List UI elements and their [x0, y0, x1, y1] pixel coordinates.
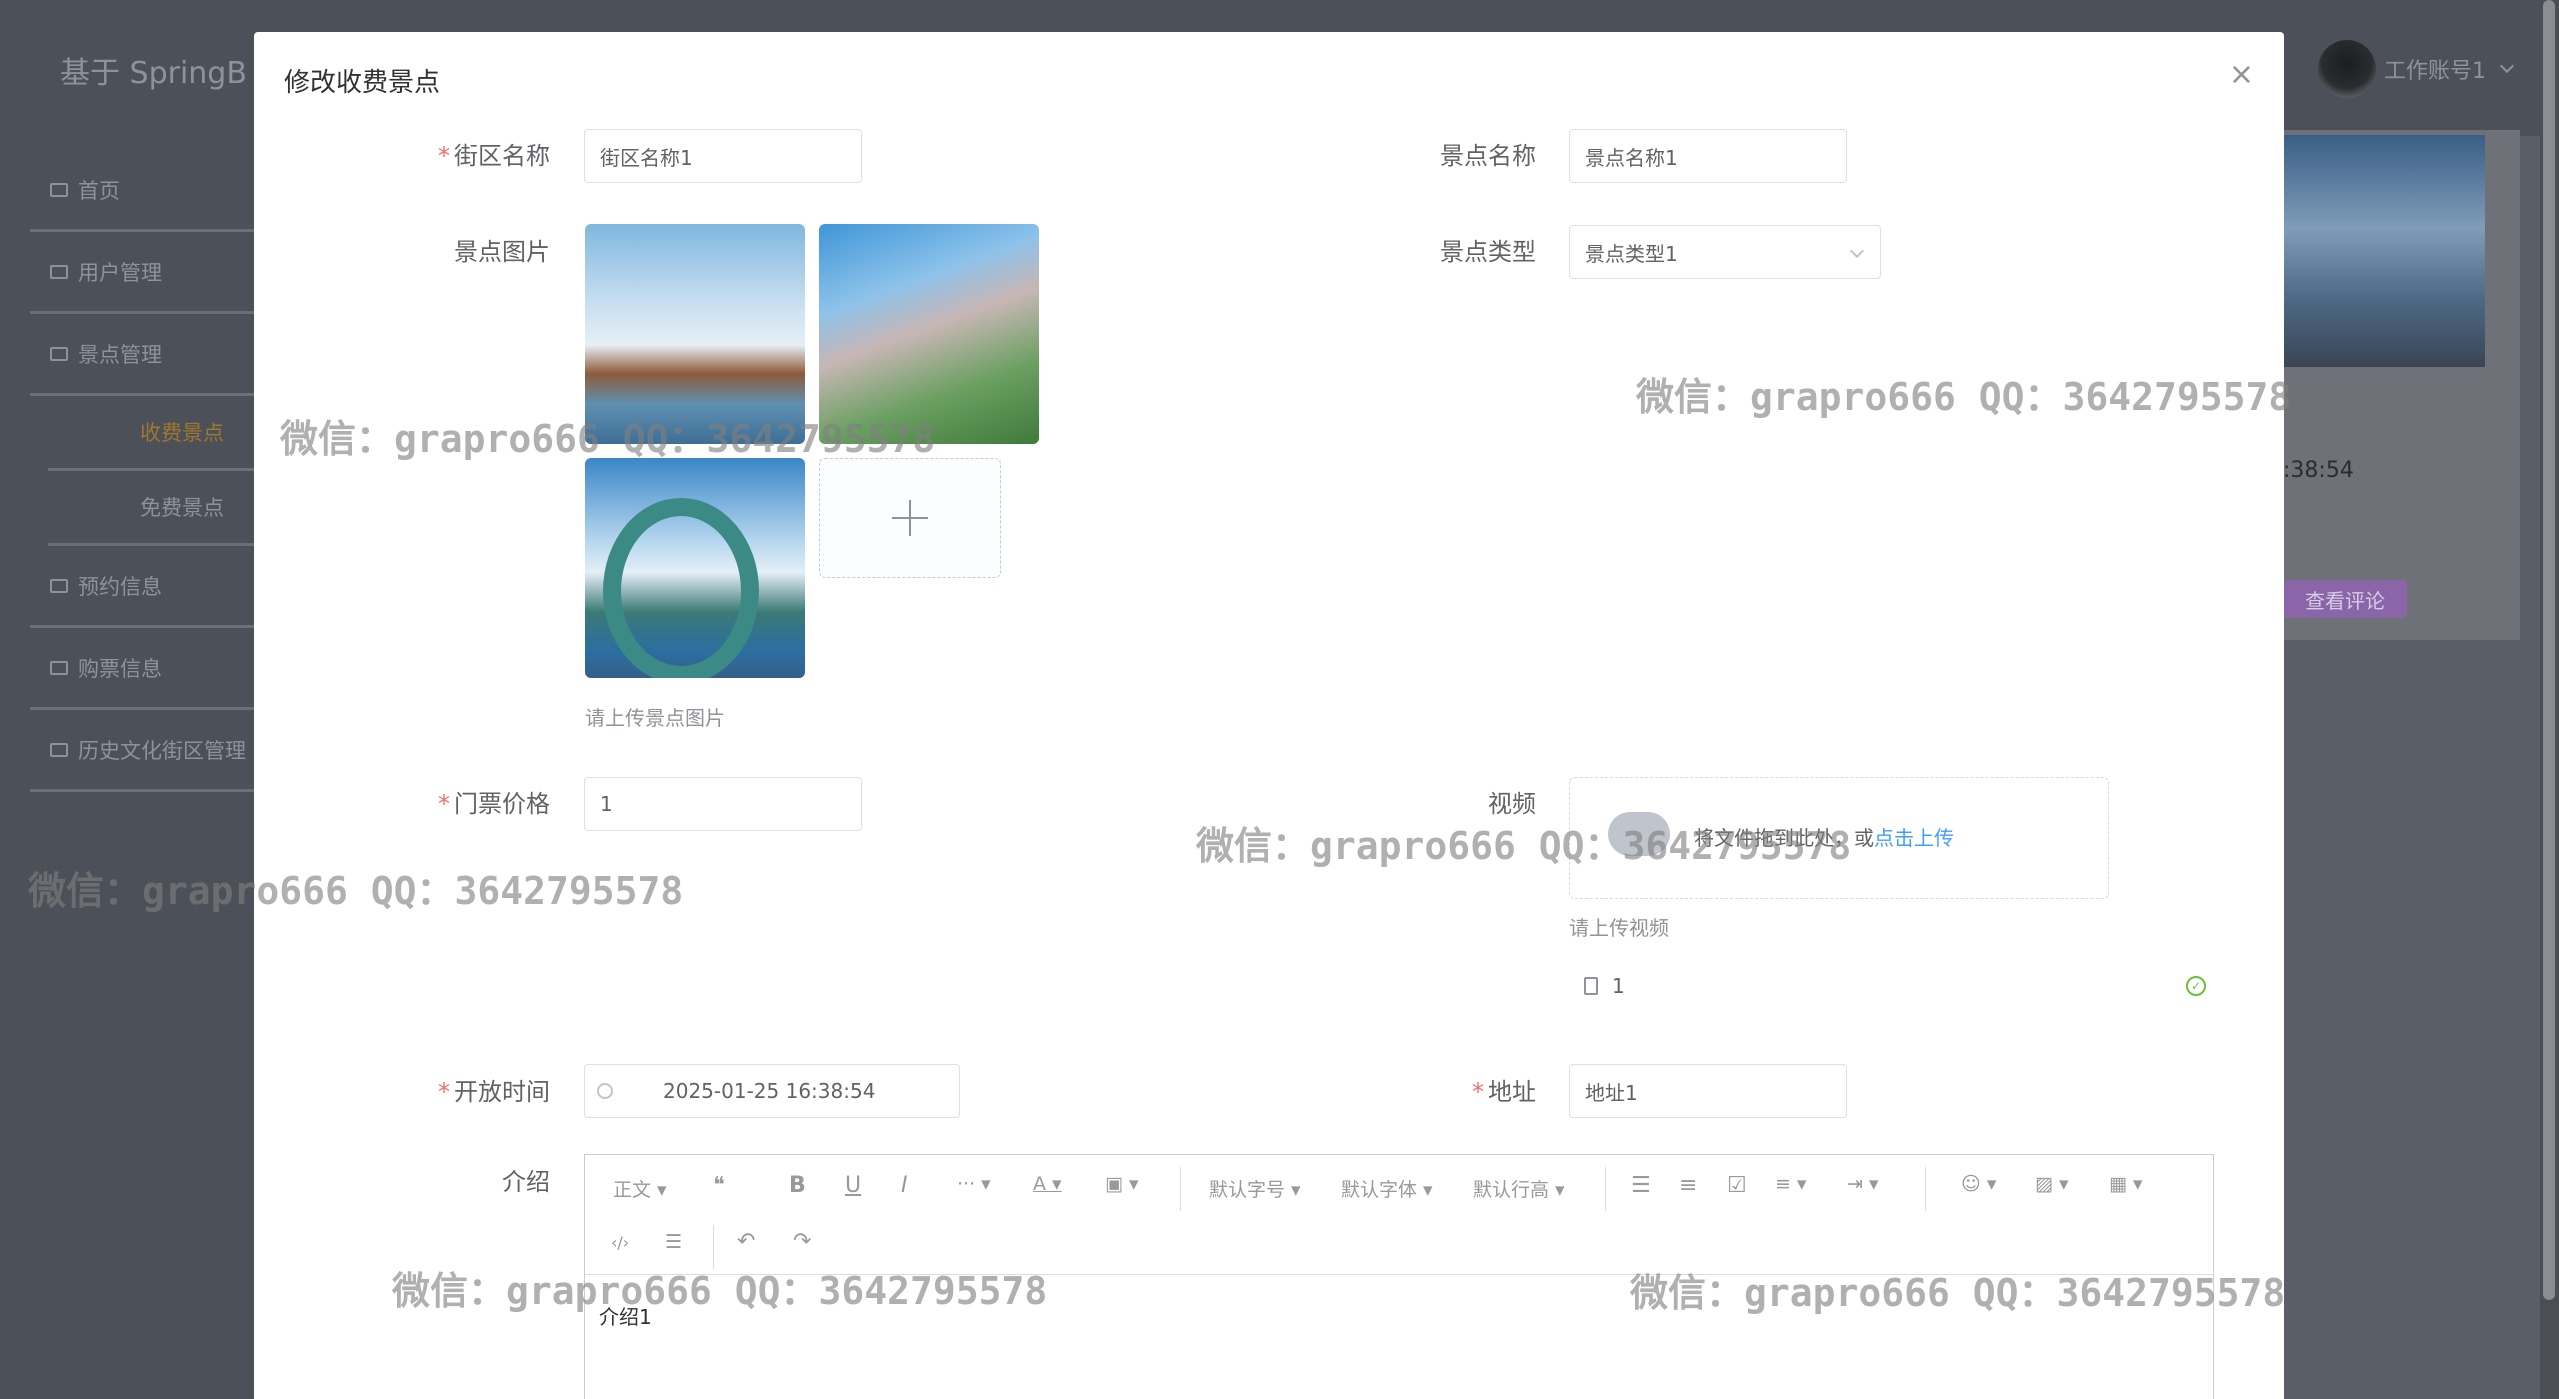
- underline-icon[interactable]: U: [845, 1173, 861, 1198]
- required-mark: *: [438, 790, 450, 818]
- ticket-icon: [50, 660, 68, 675]
- address-input[interactable]: 地址1: [1569, 1064, 1847, 1118]
- image-upload-button[interactable]: [819, 458, 1001, 578]
- image-icon[interactable]: ▨ ▾: [2035, 1173, 2069, 1195]
- user-menu[interactable]: 工作账号1: [2318, 40, 2515, 98]
- intro-label: 介绍: [502, 1168, 550, 1196]
- sidebar-item-label: 历史文化街区管理: [78, 738, 246, 763]
- price-label: * 门票价格: [438, 790, 550, 818]
- sidebar-item-paid-scenic[interactable]: 收费景点: [48, 396, 254, 471]
- bold-icon[interactable]: B: [789, 1173, 806, 1198]
- watermark: 微信：grapro666 QQ：3642795578: [1630, 1271, 2286, 1315]
- image-upload-tip: 请上传景点图片: [585, 706, 725, 730]
- click-upload-link[interactable]: 点击上传: [1874, 826, 1954, 850]
- watermark: 微信：grapro666 QQ：3642795578: [1196, 824, 1852, 868]
- avatar[interactable]: [2318, 40, 2376, 98]
- sidebar-item-tickets[interactable]: 购票信息: [30, 628, 254, 710]
- uploaded-file-name: 1: [1612, 974, 1625, 998]
- watermark: 微信：grapro666 QQ：3642795578: [392, 1269, 1048, 1313]
- sidebar-item-culture[interactable]: 历史文化街区管理: [30, 710, 254, 792]
- district-input[interactable]: 街区名称1: [584, 129, 862, 183]
- required-mark: *: [1472, 1078, 1484, 1106]
- background-color-icon[interactable]: ▣ ▾: [1105, 1173, 1139, 1195]
- scenic-name-input[interactable]: 景点名称1: [1569, 129, 1847, 183]
- undo-icon[interactable]: ↶: [737, 1229, 755, 1254]
- home-icon: [50, 182, 68, 197]
- booking-icon: [50, 578, 68, 593]
- open-time-picker[interactable]: 2025-01-25 16:38:54: [584, 1064, 960, 1118]
- more-style-icon[interactable]: ··· ▾: [957, 1173, 991, 1195]
- background-scenic-photo: [2283, 135, 2485, 367]
- close-icon[interactable]: ×: [2229, 60, 2254, 90]
- address-label: * 地址: [1472, 1078, 1536, 1106]
- redo-icon[interactable]: ↷: [793, 1229, 811, 1254]
- watermark: 微信：grapro666 QQ：3642795578: [1636, 375, 2292, 419]
- sidebar-item-free-scenic[interactable]: 免费景点: [48, 471, 254, 546]
- emoji-icon[interactable]: ☺ ▾: [1961, 1173, 1996, 1195]
- line-height-dropdown[interactable]: 默认行高 ▾: [1473, 1175, 1565, 1202]
- open-time-value: 2025-01-25 16:38:54: [663, 1079, 876, 1103]
- bullet-list-icon[interactable]: ☰: [1631, 1173, 1651, 1198]
- sidebar-item-label: 预约信息: [78, 574, 162, 599]
- background-time: :38:54: [2283, 458, 2354, 483]
- editor-toolbar: 正文 ▾ ❝ B U I ··· ▾ A ▾ ▣ ▾ 默认字号 ▾ 默认字体 ▾…: [585, 1155, 2213, 1275]
- edit-dialog: 修改收费景点 × * 街区名称 街区名称1 景点名称 景点名称1 景点图片 请上传…: [254, 32, 2284, 1399]
- video-upload-tip: 请上传视频: [1569, 916, 1669, 940]
- sidebar-item-label: 购票信息: [78, 656, 162, 681]
- paragraph-style-dropdown[interactable]: 正文 ▾: [613, 1175, 667, 1202]
- todo-icon[interactable]: ☑: [1727, 1173, 1747, 1198]
- chevron-down-icon[interactable]: [2499, 58, 2515, 74]
- blockquote-icon[interactable]: ❝: [713, 1173, 725, 1198]
- scenic-icon: [50, 346, 68, 361]
- uploaded-file[interactable]: 1: [1584, 974, 1625, 998]
- numbered-list-icon[interactable]: ≡: [1679, 1173, 1697, 1198]
- scrollbar-thumb[interactable]: [2543, 0, 2555, 1300]
- code-icon[interactable]: ‹/›: [611, 1233, 629, 1252]
- scenic-type-value: 景点类型1: [1585, 241, 1678, 266]
- scenic-image-3[interactable]: [585, 458, 805, 678]
- font-size-dropdown[interactable]: 默认字号 ▾: [1209, 1175, 1301, 1202]
- watermark: 微信：grapro666 QQ：3642795578: [280, 417, 936, 461]
- district-label: * 街区名称: [438, 142, 550, 170]
- scenic-name-label: 景点名称: [1440, 142, 1536, 170]
- divider-icon[interactable]: ☰: [665, 1231, 682, 1253]
- scenic-type-label: 景点类型: [1440, 238, 1536, 266]
- video-label: 视频: [1488, 790, 1536, 818]
- sidebar-item-home[interactable]: 首页: [30, 150, 254, 232]
- align-icon[interactable]: ≡ ▾: [1775, 1173, 1807, 1195]
- app-brand: 基于 SpringB: [60, 56, 247, 91]
- clock-icon: [597, 1083, 613, 1099]
- required-mark: *: [438, 142, 450, 170]
- user-name[interactable]: 工作账号1: [2384, 53, 2486, 85]
- sidebar-item-booking[interactable]: 预约信息: [30, 546, 254, 628]
- indent-icon[interactable]: ⇥ ▾: [1847, 1173, 1879, 1195]
- document-icon: [1584, 977, 1598, 995]
- sidebar-item-users[interactable]: 用户管理: [30, 232, 254, 314]
- scenic-images-label: 景点图片: [454, 238, 550, 266]
- price-input[interactable]: 1: [584, 777, 862, 831]
- table-icon[interactable]: ▦ ▾: [2109, 1173, 2143, 1195]
- view-review-button[interactable]: 查看评论: [2283, 580, 2407, 618]
- chevron-down-icon: [1849, 243, 1865, 259]
- open-time-label: * 开放时间: [438, 1078, 550, 1106]
- sidebar-item-label: 首页: [78, 178, 120, 203]
- font-family-dropdown[interactable]: 默认字体 ▾: [1341, 1175, 1433, 1202]
- sidebar-menu: 首页 用户管理 景点管理 收费景点 免费景点 预约信息 购票信息 历史文化街区管…: [26, 150, 254, 792]
- watermark: 微信：grapro666 QQ：3642795578: [28, 869, 684, 913]
- required-mark: *: [438, 1078, 450, 1106]
- dialog-title: 修改收费景点: [284, 68, 441, 98]
- success-check-icon: ✓: [2186, 976, 2206, 996]
- culture-icon: [50, 742, 68, 757]
- user-icon: [50, 264, 68, 279]
- italic-icon[interactable]: I: [901, 1173, 908, 1198]
- sidebar-item-label: 景点管理: [78, 342, 162, 367]
- font-color-icon[interactable]: A ▾: [1033, 1173, 1062, 1195]
- sidebar-item-label: 用户管理: [78, 260, 162, 285]
- sidebar-item-scenic[interactable]: 景点管理: [30, 314, 254, 396]
- scenic-type-select[interactable]: 景点类型1: [1569, 225, 1881, 279]
